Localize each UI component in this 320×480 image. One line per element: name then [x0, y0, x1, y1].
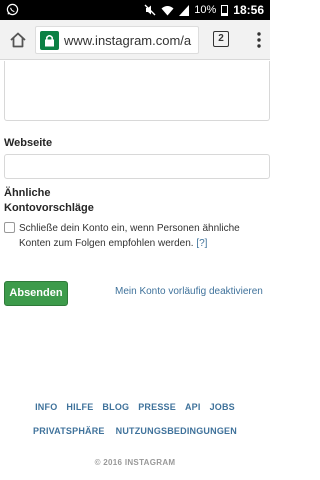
- footer-nav-secondary: PRIVATSPHÄRE NUTZUNGSBEDINGUNGEN: [0, 426, 270, 436]
- footer-link-privacy[interactable]: PRIVATSPHÄRE: [33, 426, 105, 436]
- similar-accounts-checkbox[interactable]: [4, 222, 15, 233]
- help-link[interactable]: [?]: [196, 238, 207, 249]
- deactivate-account-link[interactable]: Mein Konto vorläufig deaktivieren: [115, 286, 263, 297]
- website-label: Webseite: [4, 137, 53, 149]
- clock: 18:56: [233, 3, 264, 17]
- footer-link-blog[interactable]: BLOG: [102, 402, 129, 412]
- signal-icon: [179, 4, 190, 16]
- footer-link-press[interactable]: PRESSE: [138, 402, 176, 412]
- browser-toolbar: www.instagram.com/a 2: [0, 20, 270, 60]
- footer-link-info[interactable]: INFO: [35, 402, 57, 412]
- wifi-icon: [161, 5, 174, 16]
- lock-icon: [40, 31, 59, 50]
- submit-button[interactable]: Absenden: [4, 281, 68, 306]
- similar-accounts-label-line1: Ähnliche: [4, 187, 51, 199]
- footer-link-jobs[interactable]: JOBS: [210, 402, 235, 412]
- footer-link-api[interactable]: API: [185, 402, 201, 412]
- bio-textarea[interactable]: [4, 61, 270, 121]
- whatsapp-icon: [6, 3, 19, 16]
- battery-icon: [221, 4, 229, 16]
- status-bar: 10% 18:56: [0, 0, 270, 20]
- url-text: www.instagram.com/a: [64, 33, 192, 48]
- footer-link-help[interactable]: HILFE: [66, 402, 93, 412]
- menu-icon[interactable]: [256, 31, 262, 49]
- battery-percent: 10%: [194, 4, 217, 16]
- similar-accounts-label-line2: Kontovorschläge: [4, 202, 94, 214]
- similar-accounts-description: Schließe dein Konto ein, wenn Personen ä…: [19, 221, 267, 251]
- footer-nav-primary: INFO HILFE BLOG PRESSE API JOBS: [0, 402, 270, 412]
- footer-link-terms[interactable]: NUTZUNGSBEDINGUNGEN: [116, 426, 237, 436]
- copyright-text: © 2016 INSTAGRAM: [94, 458, 176, 467]
- website-input[interactable]: [4, 154, 270, 179]
- tab-switcher-button[interactable]: 2: [213, 31, 229, 47]
- mute-icon: [144, 4, 156, 16]
- address-bar[interactable]: www.instagram.com/a: [35, 26, 199, 54]
- home-icon[interactable]: [8, 30, 28, 50]
